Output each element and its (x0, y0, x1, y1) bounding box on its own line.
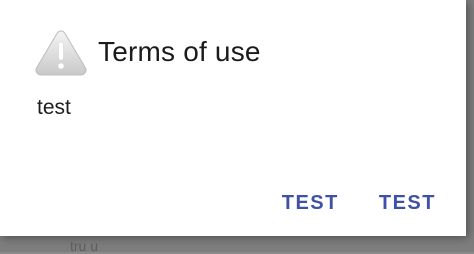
dialog-actions: TEST TEST (280, 188, 438, 219)
warning-triangle-icon (35, 30, 87, 76)
terms-dialog: Terms of use test TEST TEST (0, 0, 466, 236)
test-button-1[interactable]: TEST (280, 188, 341, 219)
test-button-2[interactable]: TEST (377, 188, 438, 219)
dialog-message: test (37, 96, 71, 119)
dialog-header: Terms of use (34, 28, 261, 76)
dialog-title: Terms of use (98, 36, 261, 67)
